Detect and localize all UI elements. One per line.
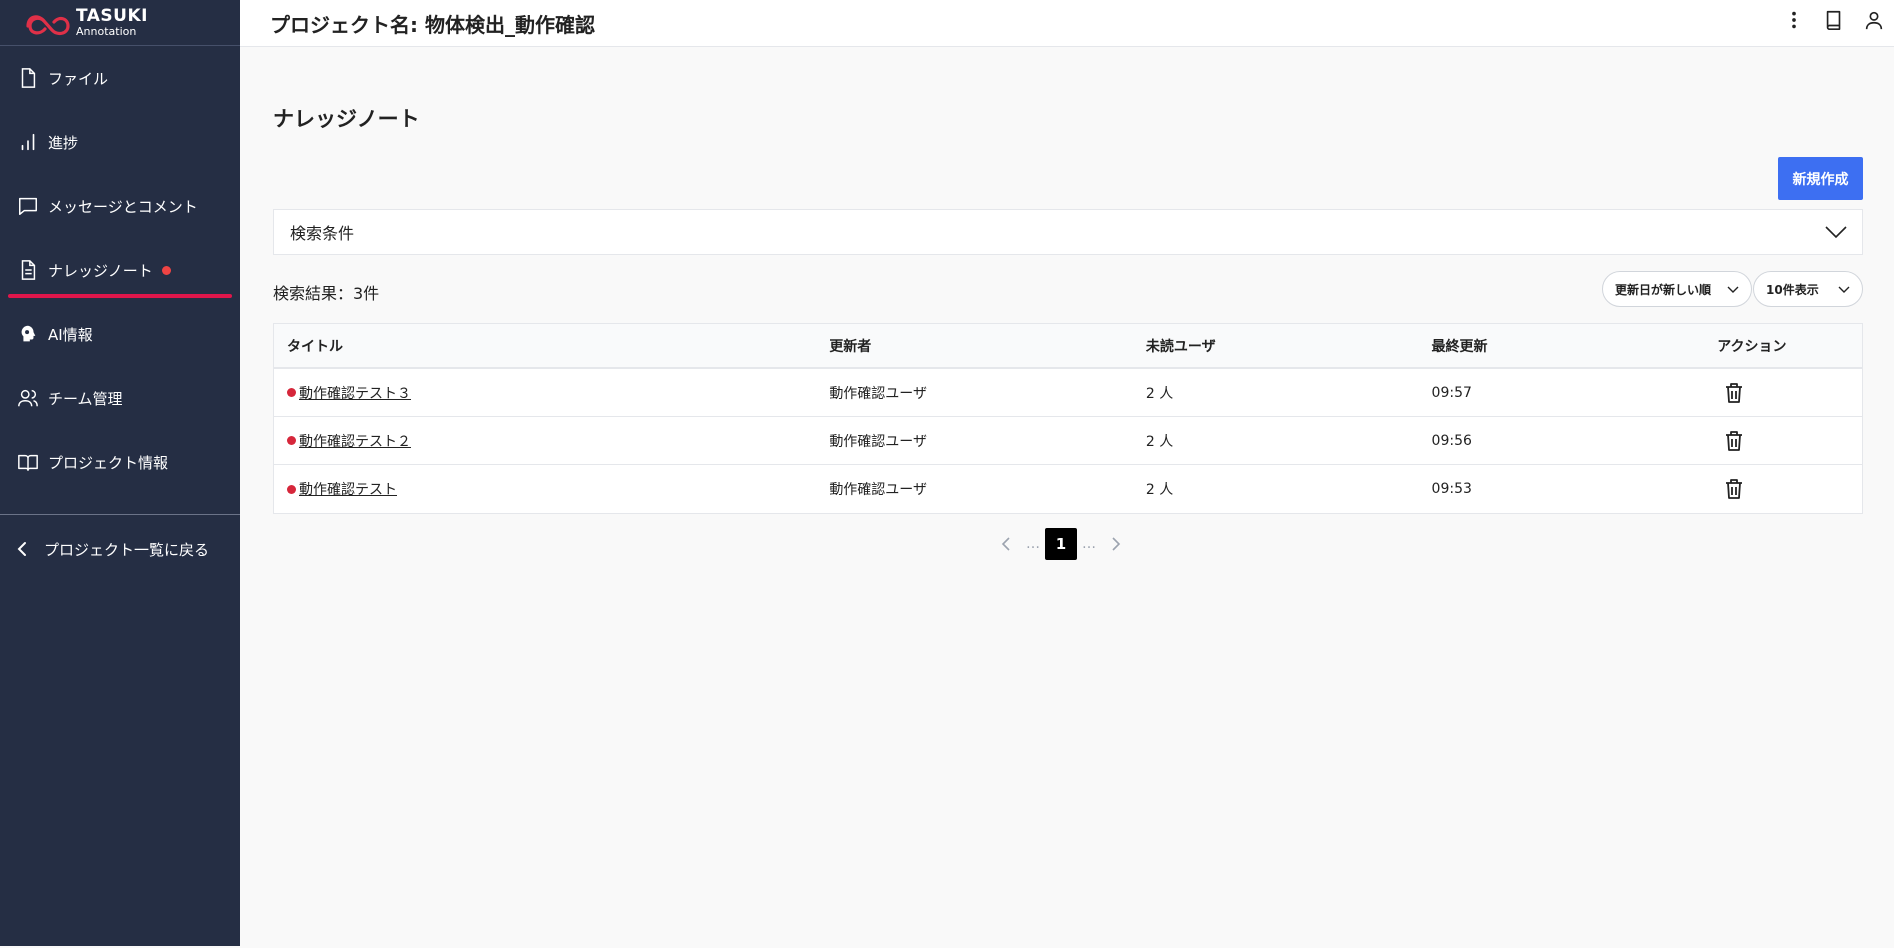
unread-dot xyxy=(287,436,296,445)
last-updated-cell: 09:56 xyxy=(1431,432,1472,449)
sidebar-item-label: ファイル xyxy=(48,69,109,88)
column-header-updated: 最終更新 xyxy=(1431,338,1488,355)
chevron-left-icon xyxy=(17,542,26,556)
column-header-title: タイトル xyxy=(287,338,343,355)
sort-order-select[interactable]: 更新日が新しい順 xyxy=(1602,271,1752,307)
back-to-projects-link[interactable]: プロジェクト一覧に戻る xyxy=(0,515,240,583)
trash-icon[interactable] xyxy=(1724,430,1744,452)
updater-cell: 動作確認ユーザ xyxy=(829,385,928,402)
per-page-select[interactable]: 10件表示 xyxy=(1753,271,1863,307)
trash-icon[interactable] xyxy=(1724,478,1744,500)
sidebar-item-messages[interactable]: メッセージとコメント xyxy=(0,174,240,238)
sidebar-item-label: 進捗 xyxy=(48,133,79,152)
knowledge-note-table: タイトル 更新者 未読ユーザ 最終更新 アクション 動作確認テスト３ 動作確認ユ… xyxy=(273,323,1863,514)
book-icon[interactable] xyxy=(1814,0,1854,40)
page-number-button[interactable]: 1 xyxy=(1045,528,1077,560)
per-page-value: 10件表示 xyxy=(1766,282,1819,297)
unread-dot xyxy=(287,484,296,494)
table-row: 動作確認テスト２ 動作確認ユーザ 2 人 09:56 xyxy=(274,417,1862,465)
note-title-link[interactable]: 動作確認テスト３ xyxy=(299,383,411,403)
search-conditions-label: 検索条件 xyxy=(290,224,355,243)
back-label: プロジェクト一覧に戻る xyxy=(44,540,210,559)
updater-cell: 動作確認ユーザ xyxy=(829,433,928,450)
sidebar-nav: ファイル 進捗 メッセージとコメント ナレッジノート AI情報 チーム管理 プロ… xyxy=(0,46,240,494)
sidebar-item-label: プロジェクト情報 xyxy=(48,453,169,472)
last-updated-cell: 09:53 xyxy=(1431,481,1472,497)
header: プロジェクト名: 物体検出_動作確認 xyxy=(240,0,1894,47)
logo[interactable]: TASUKI Annotation xyxy=(0,0,240,46)
sidebar-item-label: メッセージとコメント xyxy=(48,197,198,216)
ai-head-icon xyxy=(16,322,40,346)
table-row: 動作確認テスト３ 動作確認ユーザ 2 人 09:57 xyxy=(274,369,1862,417)
sidebar-item-label: AI情報 xyxy=(48,325,93,344)
user-icon[interactable] xyxy=(1854,0,1894,40)
prev-page-button[interactable] xyxy=(991,528,1021,560)
document-icon xyxy=(16,258,40,282)
sidebar-item-team[interactable]: チーム管理 xyxy=(0,366,240,430)
more-vert-icon[interactable] xyxy=(1774,0,1814,40)
file-icon xyxy=(16,66,40,90)
bar-chart-icon xyxy=(16,130,40,154)
column-header-unread: 未読ユーザ xyxy=(1145,338,1216,355)
unread-dot xyxy=(161,265,171,275)
chevron-left-icon xyxy=(1001,537,1010,551)
result-count: 検索結果：3件 xyxy=(273,284,380,303)
note-title-link[interactable]: 動作確認テスト２ xyxy=(299,431,411,451)
open-book-icon xyxy=(16,450,40,474)
project-title: プロジェクト名: 物体検出_動作確認 xyxy=(270,12,595,37)
message-icon xyxy=(16,194,40,218)
chevron-down-icon xyxy=(1825,226,1847,239)
search-conditions-accordion[interactable]: 検索条件 xyxy=(273,209,1863,255)
sidebar-item-knowledge-note[interactable]: ナレッジノート xyxy=(0,238,240,302)
logo-title: TASUKI xyxy=(76,6,148,26)
unread-users-cell: 2 人 xyxy=(1145,433,1174,450)
sort-order-value: 更新日が新しい順 xyxy=(1615,282,1712,297)
page-title: ナレッジノート xyxy=(273,107,420,131)
updater-cell: 動作確認ユーザ xyxy=(829,482,928,498)
tasuki-logo-icon xyxy=(26,14,70,35)
last-updated-cell: 09:57 xyxy=(1431,384,1472,401)
unread-users-cell: 2 人 xyxy=(1145,482,1174,498)
logo-subtitle: Annotation xyxy=(76,25,137,38)
sidebar-item-progress[interactable]: 進捗 xyxy=(0,110,240,174)
sidebar-item-label: チーム管理 xyxy=(48,389,123,408)
chevron-down-icon xyxy=(1838,286,1850,293)
new-note-button[interactable]: 新規作成 xyxy=(1778,157,1863,200)
sidebar: TASUKI Annotation ファイル 進捗 メッセージとコメント ナレッ… xyxy=(0,0,240,946)
sidebar-item-file[interactable]: ファイル xyxy=(0,46,240,110)
pagination: … 1 … xyxy=(991,528,1131,560)
column-header-action: アクション xyxy=(1717,338,1787,355)
unread-dot xyxy=(287,388,296,397)
sidebar-item-project-info[interactable]: プロジェクト情報 xyxy=(0,430,240,494)
note-title-link[interactable]: 動作確認テスト xyxy=(299,479,397,499)
unread-users-cell: 2 人 xyxy=(1145,385,1174,402)
team-icon xyxy=(16,386,40,410)
table-row: 動作確認テスト 動作確認ユーザ 2 人 09:53 xyxy=(274,465,1862,513)
sidebar-item-label: ナレッジノート xyxy=(48,261,153,280)
chevron-right-icon xyxy=(1112,537,1121,551)
pagination-ellipsis: … xyxy=(1026,536,1040,552)
pagination-ellipsis: … xyxy=(1082,536,1096,552)
sidebar-item-ai-info[interactable]: AI情報 xyxy=(0,302,240,366)
column-header-updater: 更新者 xyxy=(829,338,872,355)
next-page-button[interactable] xyxy=(1101,528,1131,560)
chevron-down-icon xyxy=(1727,286,1739,293)
trash-icon[interactable] xyxy=(1724,382,1744,404)
table-header: タイトル 更新者 未読ユーザ 最終更新 アクション xyxy=(274,324,1862,369)
